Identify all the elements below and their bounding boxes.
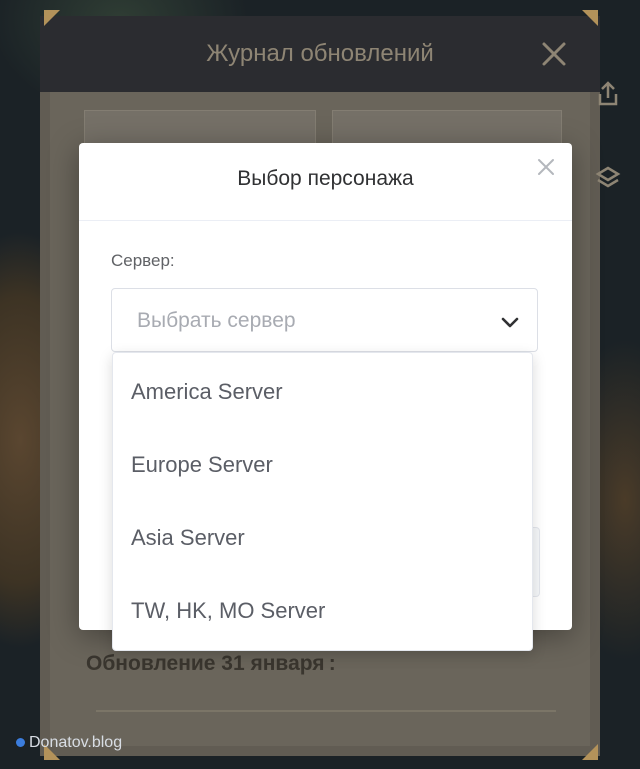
close-icon[interactable] — [534, 155, 558, 179]
server-dropdown: America Server Europe Server Asia Server… — [112, 352, 533, 651]
server-option-america[interactable]: America Server — [113, 356, 532, 428]
server-select-placeholder: Выбрать сервер — [137, 309, 296, 332]
dialog-header: Выбор персонажа — [79, 143, 572, 221]
server-option-europe[interactable]: Europe Server — [113, 429, 532, 501]
watermark-dot-icon — [16, 738, 25, 748]
server-select[interactable]: Выбрать сервер — [111, 288, 538, 352]
chevron-down-icon[interactable] — [499, 311, 521, 333]
server-label: Сервер: — [111, 251, 175, 270]
watermark: Donatov.blog — [16, 734, 122, 752]
watermark-text: Donatov.blog — [29, 734, 123, 751]
server-option-tw-hk-mo[interactable]: TW, HK, MO Server — [113, 575, 532, 647]
dialog-title: Выбор персонажа — [237, 167, 414, 190]
server-option-asia[interactable]: Asia Server — [113, 502, 532, 574]
